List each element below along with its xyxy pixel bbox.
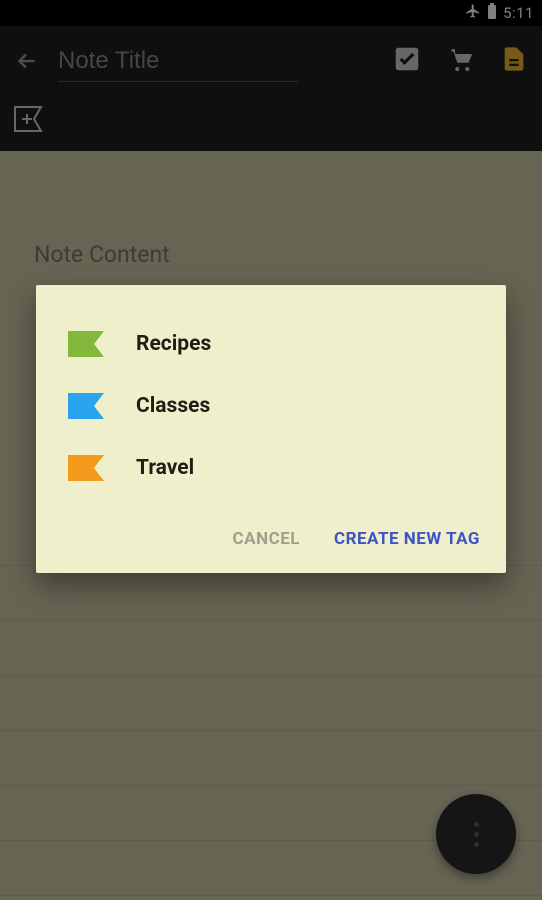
tag-icon xyxy=(68,331,104,357)
tag-label: Recipes xyxy=(136,332,211,356)
tag-icon xyxy=(68,455,104,481)
tag-list: Recipes Classes Travel xyxy=(36,313,506,499)
dialog-actions: CANCEL CREATE NEW TAG xyxy=(36,499,506,573)
create-new-tag-button[interactable]: CREATE NEW TAG xyxy=(334,529,480,549)
tag-item-classes[interactable]: Classes xyxy=(60,375,482,437)
tag-item-travel[interactable]: Travel xyxy=(60,437,482,499)
tag-label: Classes xyxy=(136,394,210,418)
tag-label: Travel xyxy=(136,456,194,480)
tag-item-recipes[interactable]: Recipes xyxy=(60,313,482,375)
tag-icon xyxy=(68,393,104,419)
tag-picker-dialog: Recipes Classes Travel CANCEL CREATE NEW T… xyxy=(36,285,506,573)
cancel-button[interactable]: CANCEL xyxy=(233,529,300,549)
